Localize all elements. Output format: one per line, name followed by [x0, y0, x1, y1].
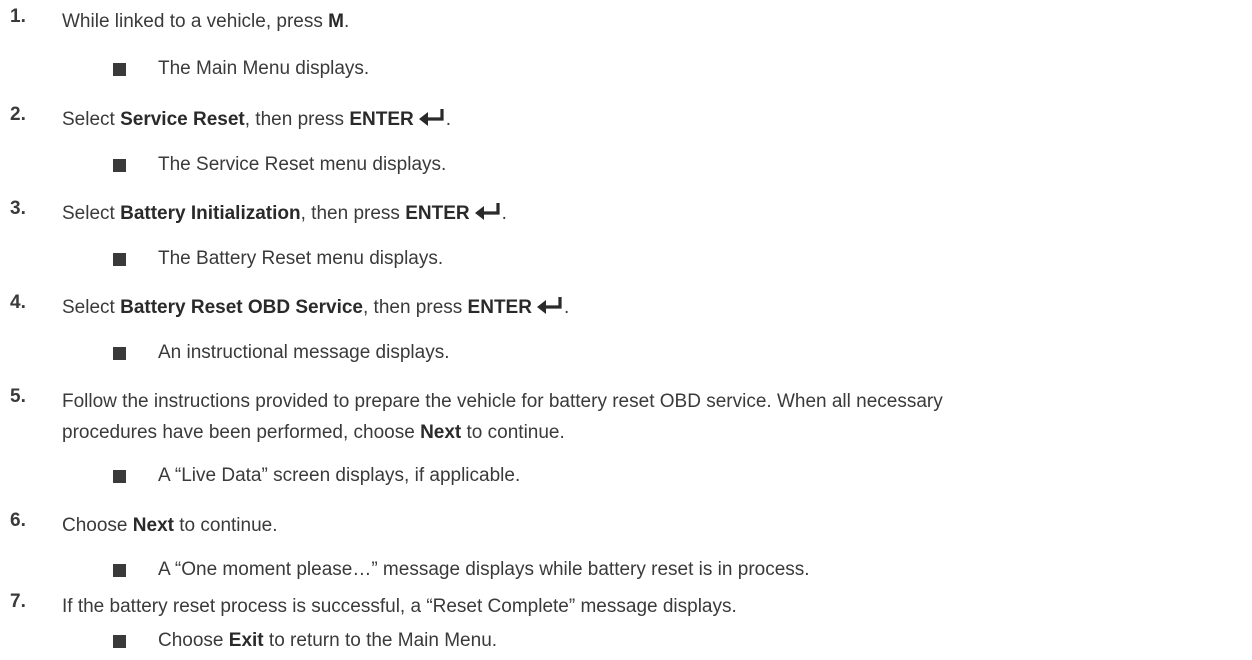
- square-bullet-icon: [113, 564, 126, 577]
- step-number: 5.: [10, 386, 26, 407]
- instruction-page: 1. While linked to a vehicle, press M. T…: [0, 0, 1252, 660]
- step-number: 6.: [10, 510, 26, 531]
- step-number: 2.: [10, 104, 26, 125]
- enter-return-arrow-icon: [536, 297, 562, 314]
- square-bullet-icon: [113, 470, 126, 483]
- enter-return-arrow-icon: [418, 109, 444, 126]
- step-text: While linked to a vehicle, press M.: [62, 11, 350, 32]
- result-text: An instructional message displays.: [158, 342, 450, 363]
- step-text: If the battery reset process is successf…: [62, 596, 737, 617]
- square-bullet-icon: [113, 635, 126, 648]
- result-text: Choose Exit to return to the Main Menu.: [158, 630, 498, 651]
- step-number: 1.: [10, 6, 26, 27]
- enter-return-arrow-icon: [474, 203, 500, 220]
- result-text: The Battery Reset menu displays.: [158, 248, 444, 269]
- square-bullet-icon: [113, 159, 126, 172]
- step-text: Follow the instructions provided to prep…: [62, 391, 943, 443]
- step-number: 7.: [10, 591, 26, 612]
- step-text: Select Service Reset, then press ENTER.: [62, 109, 451, 130]
- square-bullet-icon: [113, 347, 126, 360]
- result-text: A “One moment please…” message displays …: [158, 559, 810, 580]
- step-text: Choose Next to continue.: [62, 515, 278, 536]
- result-text: The Service Reset menu displays.: [158, 154, 447, 175]
- step-text: Select Battery Initialization, then pres…: [62, 203, 507, 224]
- square-bullet-icon: [113, 63, 126, 76]
- result-text: A “Live Data” screen displays, if applic…: [158, 465, 521, 486]
- result-text: The Main Menu displays.: [158, 58, 370, 79]
- step-number: 4.: [10, 292, 26, 313]
- step-text: Select Battery Reset OBD Service, then p…: [62, 297, 570, 318]
- square-bullet-icon: [113, 253, 126, 266]
- step-number: 3.: [10, 198, 26, 219]
